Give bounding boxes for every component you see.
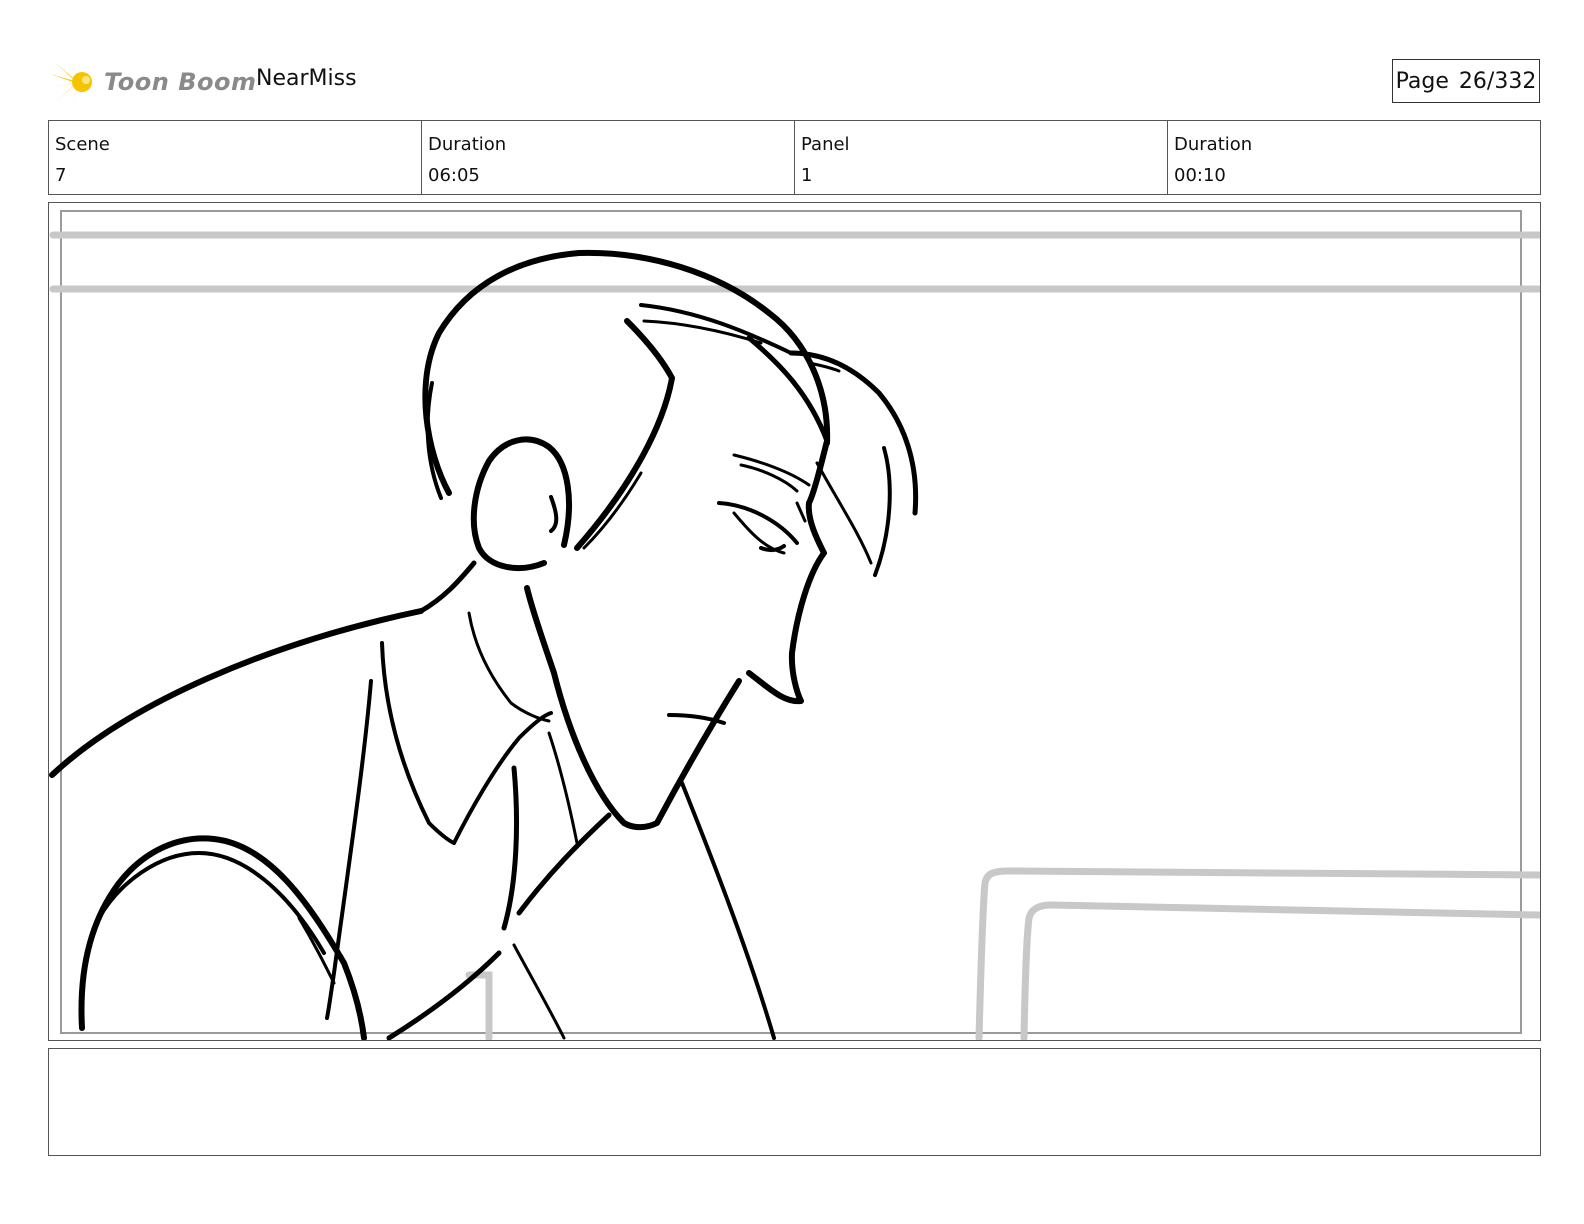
scene-duration-label: Duration <box>428 134 507 155</box>
character-sketch <box>49 249 919 1040</box>
page-label: Page <box>1395 68 1449 94</box>
project-name: NearMiss <box>256 66 357 91</box>
panel-value: 1 <box>801 165 813 186</box>
scene-cell: Scene 7 <box>49 121 422 194</box>
scene-duration-value: 06:05 <box>428 165 480 186</box>
scene-duration-cell: Duration 06:05 <box>422 121 795 194</box>
logo-text: Toon Boom <box>104 68 257 96</box>
page-number: 26/332 <box>1458 68 1537 94</box>
page-indicator: Page 26/332 <box>1392 59 1540 103</box>
panel-duration-label: Duration <box>1174 134 1253 155</box>
scene-label: Scene <box>55 134 110 155</box>
panel-label: Panel <box>801 134 850 155</box>
panel-notes-box <box>48 1048 1541 1156</box>
scene-value: 7 <box>55 165 67 186</box>
panel-cell: Panel 1 <box>795 121 1168 194</box>
panel-duration-cell: Duration 00:10 <box>1168 121 1540 194</box>
panel-info-table: Scene 7 Duration 06:05 Panel 1 Duration … <box>48 120 1541 195</box>
storyboard-panel <box>48 202 1541 1041</box>
toon-boom-logo: Toon Boom <box>50 56 256 108</box>
panel-sketch <box>49 210 1540 1040</box>
starburst-icon <box>50 60 92 106</box>
panel-duration-value: 00:10 <box>1174 165 1226 186</box>
